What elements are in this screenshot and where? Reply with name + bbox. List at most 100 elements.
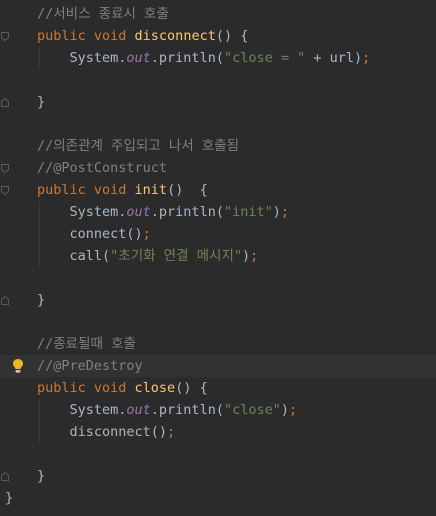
code-line[interactable] xyxy=(0,311,436,333)
code-text[interactable]: public void close() { xyxy=(37,377,208,399)
code-token: () { xyxy=(215,28,249,44)
code-line[interactable]: System.out.println("close"); xyxy=(0,399,436,421)
code-token: call( xyxy=(37,248,111,264)
code-line[interactable]: //@PreDestroy xyxy=(0,355,436,377)
code-token: .println( xyxy=(150,50,224,66)
indent-guide xyxy=(39,47,40,69)
code-token: out xyxy=(126,204,151,220)
code-token: () { xyxy=(167,182,208,198)
code-line[interactable]: public void disconnect() { xyxy=(0,25,436,47)
code-line[interactable]: public void close() { xyxy=(0,377,436,399)
code-line[interactable]: } xyxy=(0,465,436,487)
code-token: //의존관계 주입되고 나서 호출됨 xyxy=(37,138,240,154)
code-token: public void xyxy=(37,28,135,44)
indent-guide xyxy=(39,421,40,443)
code-line[interactable]: } xyxy=(0,289,436,311)
indent-guide xyxy=(39,245,40,267)
code-token: ; xyxy=(362,50,371,66)
code-token: } xyxy=(37,468,46,484)
code-token: System. xyxy=(37,402,127,418)
indent-guide xyxy=(39,201,40,223)
code-text[interactable]: System.out.println("close = " + url); xyxy=(37,47,371,69)
lightbulb-icon[interactable] xyxy=(12,358,24,374)
code-editor[interactable]: //서비스 종료시 호출 public void disconnect() { S… xyxy=(0,0,436,516)
code-text[interactable]: } xyxy=(37,289,45,311)
code-token: ) xyxy=(354,50,363,66)
code-token: public void xyxy=(37,380,135,396)
code-text[interactable]: System.out.println("init"); xyxy=(37,201,290,223)
code-text[interactable]: disconnect(); xyxy=(37,421,176,443)
code-token: //종료될때 호출 xyxy=(37,336,136,352)
code-text[interactable]: connect(); xyxy=(37,223,151,245)
code-text[interactable]: //종료될때 호출 xyxy=(37,333,136,355)
code-text[interactable]: call("초기화 연결 메시지"); xyxy=(37,245,259,267)
code-token: "init" xyxy=(223,204,273,220)
code-text[interactable]: //@PostConstruct xyxy=(37,157,167,179)
code-token: init xyxy=(134,182,168,198)
code-token: ) xyxy=(242,248,251,264)
code-text[interactable]: public void init() { xyxy=(37,179,208,201)
fold-marker-icon[interactable] xyxy=(1,164,9,173)
code-line[interactable]: //서비스 종료시 호출 xyxy=(0,3,436,25)
code-text[interactable]: System.out.println("close"); xyxy=(37,399,298,421)
code-token: "close = " xyxy=(223,50,306,66)
code-token: ; xyxy=(250,248,259,264)
code-text[interactable]: //의존관계 주입되고 나서 호출됨 xyxy=(37,135,239,157)
code-token: System. xyxy=(37,204,127,220)
code-token: disconnect xyxy=(134,28,216,44)
code-line[interactable]: //종료될때 호출 xyxy=(0,333,436,355)
fold-marker-icon[interactable] xyxy=(1,472,9,481)
code-line[interactable]: System.out.println("close = " + url); xyxy=(0,47,436,69)
code-token: ; xyxy=(289,402,298,418)
fold-marker-icon[interactable] xyxy=(1,296,9,305)
code-token: } xyxy=(37,94,46,110)
code-text[interactable]: public void disconnect() { xyxy=(37,25,248,47)
code-token: + url xyxy=(305,50,355,66)
code-token: "초기화 연결 메시지" xyxy=(110,248,243,264)
code-line[interactable] xyxy=(0,69,436,91)
code-line[interactable]: call("초기화 연결 메시지"); xyxy=(0,245,436,267)
code-line[interactable]: //의존관계 주입되고 나서 호출됨 xyxy=(0,135,436,157)
code-line[interactable]: //@PostConstruct xyxy=(0,157,436,179)
fold-marker-icon[interactable] xyxy=(1,98,9,107)
code-token: "close" xyxy=(223,402,281,418)
code-token: ; xyxy=(142,226,151,242)
fold-marker-icon[interactable] xyxy=(1,32,9,41)
code-token: ) xyxy=(280,402,289,418)
code-token: disconnect() xyxy=(37,424,168,440)
code-line[interactable]: connect(); xyxy=(0,223,436,245)
indent-guide xyxy=(39,223,40,245)
code-text[interactable]: } xyxy=(37,465,45,487)
code-token: ; xyxy=(280,204,290,220)
code-token: //@PreDestroy xyxy=(37,358,143,374)
code-token: ) xyxy=(272,204,281,220)
code-line[interactable] xyxy=(0,113,436,135)
code-line[interactable]: } xyxy=(0,487,436,509)
code-token: //@PostConstruct xyxy=(37,160,168,176)
code-token: connect() xyxy=(37,226,143,242)
code-text[interactable]: //@PreDestroy xyxy=(37,355,143,377)
code-line[interactable] xyxy=(0,443,436,465)
code-token: .println( xyxy=(150,204,224,220)
code-line[interactable]: disconnect(); xyxy=(0,421,436,443)
code-token: public void xyxy=(37,182,135,198)
indent-guide xyxy=(39,399,40,421)
code-line[interactable]: } xyxy=(0,91,436,113)
code-token: //서비스 종료시 호출 xyxy=(37,6,169,22)
code-token: } xyxy=(5,490,14,506)
code-token: out xyxy=(126,402,151,418)
code-token: out xyxy=(126,50,151,66)
code-text[interactable]: //서비스 종료시 호출 xyxy=(37,3,169,25)
code-token: close xyxy=(134,380,176,396)
code-token: } xyxy=(37,292,46,308)
code-text[interactable]: } xyxy=(5,487,13,509)
code-line[interactable]: System.out.println("init"); xyxy=(0,201,436,223)
code-line[interactable] xyxy=(0,267,436,289)
code-token: System. xyxy=(37,50,127,66)
code-token: () { xyxy=(175,380,208,396)
code-line[interactable]: public void init() { xyxy=(0,179,436,201)
code-text[interactable]: } xyxy=(37,91,45,113)
code-token: .println( xyxy=(150,402,224,418)
code-token: ; xyxy=(167,424,176,440)
fold-marker-icon[interactable] xyxy=(1,186,9,195)
